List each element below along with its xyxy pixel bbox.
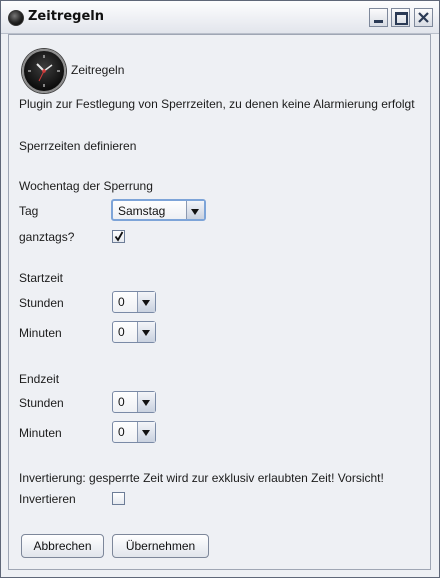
minimize-button[interactable]: [369, 8, 388, 27]
start-minutes-label: Minuten: [19, 326, 62, 340]
end-hours-select[interactable]: 0: [112, 391, 156, 413]
close-icon: [418, 12, 429, 23]
end-minutes-label: Minuten: [19, 426, 62, 440]
section-define-heading: Sperrzeiten definieren: [19, 139, 137, 153]
fullday-checkbox[interactable]: [112, 230, 125, 243]
title-bar[interactable]: Zeitregeln: [1, 1, 439, 34]
end-minutes-select[interactable]: 0: [112, 421, 156, 443]
clock-icon: [22, 49, 66, 93]
plugin-name: Zeitregeln: [71, 63, 125, 77]
day-label: Tag: [19, 204, 39, 218]
chevron-down-icon: [137, 392, 155, 412]
end-hours-value: 0: [118, 395, 125, 409]
start-hours-select[interactable]: 0: [112, 291, 156, 313]
invert-label: Invertieren: [19, 492, 76, 506]
start-minutes-value: 0: [118, 325, 125, 339]
maximize-button[interactable]: [391, 8, 410, 27]
invert-info: Invertierung: gesperrte Zeit wird zur ex…: [19, 471, 384, 485]
chevron-down-icon: [186, 201, 204, 219]
start-hours-value: 0: [118, 295, 125, 309]
day-select-value: Samstag: [118, 204, 166, 218]
plugin-description: Plugin zur Festlegung von Sperrzeiten, z…: [19, 97, 415, 111]
close-button[interactable]: [414, 8, 433, 27]
apply-button[interactable]: Übernehmen: [112, 534, 209, 558]
fullday-label: ganztags?: [19, 230, 75, 244]
end-heading: Endzeit: [19, 372, 60, 386]
chevron-down-icon: [137, 292, 155, 312]
end-minutes-value: 0: [118, 425, 125, 439]
app-icon: [8, 10, 24, 26]
window-title: Zeitregeln: [28, 9, 104, 24]
start-minutes-select[interactable]: 0: [112, 321, 156, 343]
start-heading: Startzeit: [19, 271, 64, 285]
chevron-down-icon: [137, 322, 155, 342]
start-hours-label: Stunden: [19, 296, 64, 310]
end-hours-label: Stunden: [19, 396, 64, 410]
chevron-down-icon: [137, 422, 155, 442]
invert-checkbox[interactable]: [112, 492, 125, 505]
day-select[interactable]: Samstag: [111, 199, 206, 221]
checkmark-icon: [114, 231, 124, 242]
cancel-button[interactable]: Abbrechen: [21, 534, 104, 558]
weekday-heading: Wochentag der Sperrung: [19, 179, 153, 193]
dialog-content: [8, 34, 431, 570]
